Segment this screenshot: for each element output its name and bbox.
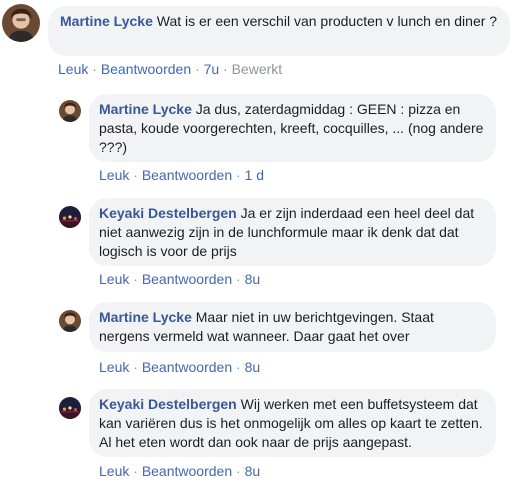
avatar-martine-icon[interactable] [59,310,81,332]
profile-photo-keyaki-icon [59,206,81,228]
profile-photo-martine-icon [59,100,81,122]
timestamp-link[interactable]: 1 d [245,167,264,183]
like-link[interactable]: Leuk [58,61,88,77]
comment-author[interactable]: Martine Lycke [60,13,153,29]
timestamp-link[interactable]: 8u [245,271,261,287]
comment-actions: Leuk · Beantwoorden · 8u [99,359,260,375]
comment-actions: Leuk · Beantwoorden · 8u [99,463,260,479]
comment-4: Martine Lycke Maar niet in uw berichtgev… [0,302,515,380]
comment-bubble: Martine Lycke Maar niet in uw berichtgev… [89,302,496,352]
reply-link[interactable]: Beantwoorden [142,359,232,375]
reply-link[interactable]: Beantwoorden [142,271,232,287]
comment-bubble: Keyaki Destelbergen Ja er zijn inderdaad… [89,198,496,266]
comment-bubble: Martine Lycke Ja dus, zaterdagmiddag : G… [89,94,496,162]
comment-actions: Leuk · Beantwoorden · 1 d [99,167,264,183]
comment-5: Keyaki Destelbergen Wij werken met een b… [0,389,515,484]
timestamp-link[interactable]: 8u [245,359,261,375]
comment-author[interactable]: Keyaki Destelbergen [99,396,237,412]
comment-bubble: Martine Lycke Wat is er een verschil van… [48,6,510,56]
comment-actions: Leuk · Beantwoorden · 8u [99,271,260,287]
profile-photo-keyaki-icon [59,397,81,419]
timestamp-link[interactable]: 8u [245,463,261,479]
profile-photo-martine-icon [59,310,81,332]
comment-author[interactable]: Keyaki Destelbergen [99,205,237,221]
edited-label: Bewerkt [231,61,283,77]
reply-link[interactable]: Beantwoorden [101,61,191,77]
comment-3: Keyaki Destelbergen Ja er zijn inderdaad… [0,198,515,292]
reply-link[interactable]: Beantwoorden [142,463,232,479]
reply-link[interactable]: Beantwoorden [142,167,232,183]
like-link[interactable]: Leuk [99,463,129,479]
avatar-keyaki-icon[interactable] [59,206,81,228]
separator: · [133,359,138,375]
separator: · [223,61,228,77]
comment-text: Wat is er een verschil van producten v l… [156,13,498,29]
separator: · [92,61,97,77]
like-link[interactable]: Leuk [99,271,129,287]
like-link[interactable]: Leuk [99,359,129,375]
like-link[interactable]: Leuk [99,167,129,183]
separator: · [236,271,241,287]
avatar-martine-icon[interactable] [2,4,40,42]
comment-author[interactable]: Martine Lycke [99,309,192,325]
comment-actions: Leuk · Beantwoorden · 7u · Bewerkt [58,61,282,77]
separator: · [195,61,200,77]
separator: · [133,167,138,183]
avatar-martine-icon[interactable] [59,100,81,122]
timestamp-link[interactable]: 7u [204,61,220,77]
separator: · [133,463,138,479]
comment-1: Martine Lycke Wat is er een verschil van… [0,0,515,82]
comment-author[interactable]: Martine Lycke [99,101,192,117]
comment-bubble: Keyaki Destelbergen Wij werken met een b… [89,389,496,457]
separator: · [236,463,241,479]
separator: · [236,359,241,375]
profile-photo-martine-icon [2,4,40,42]
avatar-keyaki-icon[interactable] [59,397,81,419]
comment-2: Martine Lycke Ja dus, zaterdagmiddag : G… [0,94,515,190]
separator: · [236,167,241,183]
separator: · [133,271,138,287]
